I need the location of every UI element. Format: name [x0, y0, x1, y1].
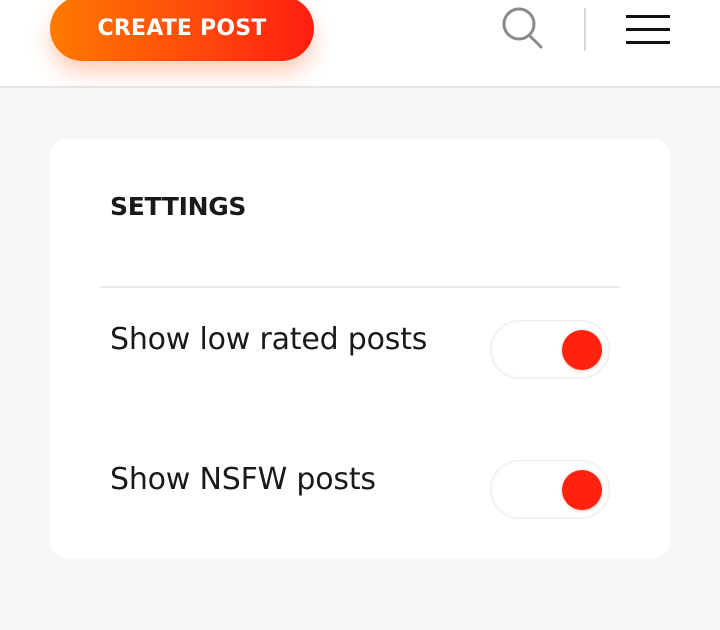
setting-label-nsfw: Show NSFW posts [110, 462, 376, 497]
settings-card: SETTINGS Show low rated posts Show NSFW … [50, 139, 670, 558]
create-post-button[interactable]: CREATE POST [50, 0, 314, 61]
toggle-nsfw-posts[interactable] [490, 460, 610, 519]
toggle-low-rated-posts[interactable] [490, 320, 610, 379]
settings-divider [100, 286, 620, 288]
toggle-knob [562, 330, 602, 370]
top-bar: CREATE POST [0, 0, 720, 88]
hamburger-menu-icon[interactable] [626, 14, 670, 46]
menu-line [626, 28, 670, 31]
header-divider [584, 8, 586, 51]
setting-label-low-rated: Show low rated posts [110, 322, 428, 357]
settings-title: SETTINGS [110, 192, 247, 221]
menu-line [626, 41, 670, 44]
search-icon[interactable] [500, 6, 546, 52]
menu-line [626, 15, 670, 18]
toggle-knob [562, 470, 602, 510]
